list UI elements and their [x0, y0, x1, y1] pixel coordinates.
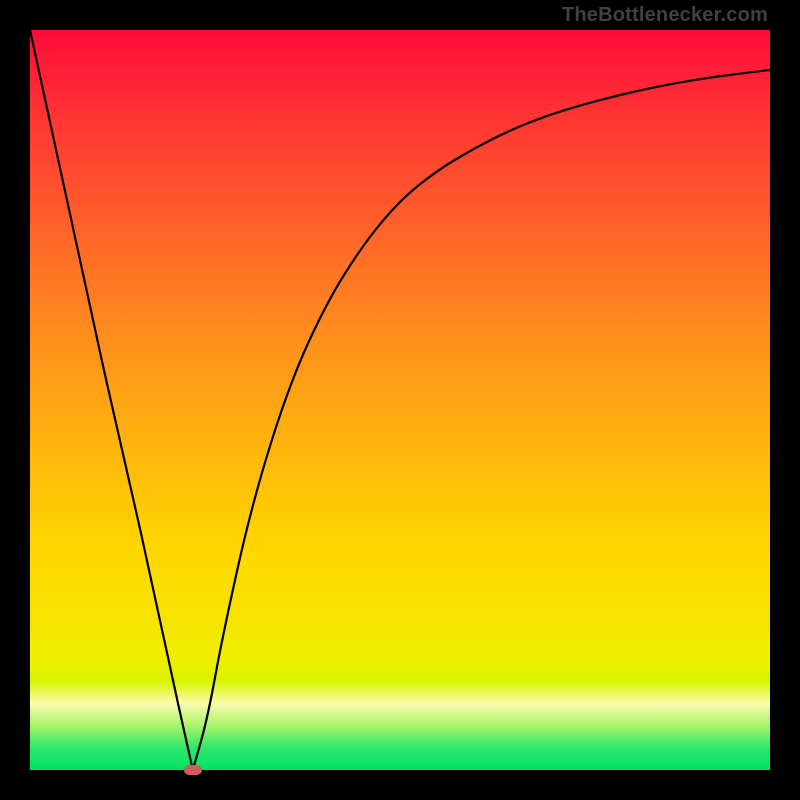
bottleneck-curve — [30, 30, 770, 770]
plot-area — [30, 30, 770, 770]
curve-path — [30, 30, 770, 770]
attribution-label: TheBottlenecker.com — [562, 4, 768, 27]
optimum-marker — [184, 765, 202, 775]
chart-frame: TheBottlenecker.com — [0, 0, 800, 800]
